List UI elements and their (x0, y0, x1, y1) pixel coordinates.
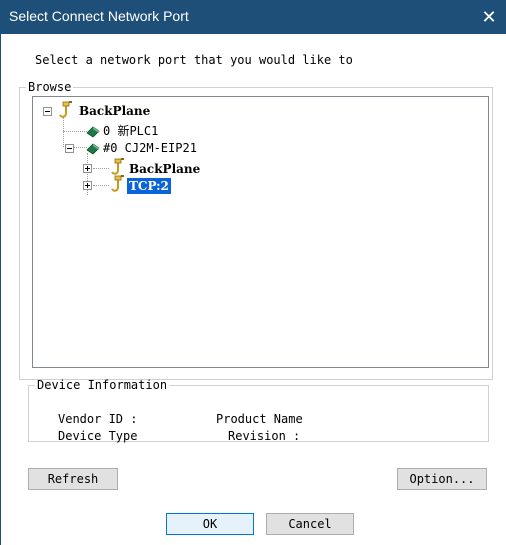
port-icon (59, 101, 72, 118)
product-name-label: Product Name (216, 412, 303, 426)
close-icon[interactable]: ✕ (472, 0, 506, 34)
network-tree[interactable]: BackPlane 0 新PLC1 #0 CJ2M-EIP21 BackPlan… (32, 96, 489, 368)
expand-icon[interactable] (83, 181, 92, 190)
tree-node-plc1[interactable]: 0 新PLC1 (65, 123, 265, 139)
option-button[interactable]: Option... (397, 468, 487, 490)
window-border (0, 34, 1, 545)
tree-node-label: #0 CJ2M-EIP21 (103, 141, 197, 155)
port-icon (111, 175, 124, 192)
window-title: Select Connect Network Port (9, 8, 189, 24)
plc-module-icon (86, 143, 100, 155)
expand-icon[interactable] (83, 164, 92, 173)
cancel-button[interactable]: Cancel (266, 513, 354, 535)
tree-node-label: BackPlane (79, 104, 151, 118)
device-type-label: Device Type (58, 429, 138, 443)
tree-node-label: 0 新PLC1 (103, 124, 159, 138)
plc-module-icon (86, 126, 100, 138)
tree-node-tcp2[interactable]: TCP:2 (83, 175, 283, 194)
refresh-button[interactable]: Refresh (28, 468, 118, 490)
tree-node-backplane-root[interactable]: BackPlane (41, 101, 241, 119)
browse-label: Browse (28, 80, 72, 94)
title-bar: Select Connect Network Port ✕ (0, 0, 506, 34)
ok-button[interactable]: OK (166, 513, 254, 535)
collapse-icon[interactable] (43, 107, 52, 116)
collapse-icon[interactable] (65, 144, 74, 153)
device-info-label: Device Information (37, 378, 168, 392)
tree-node-label: BackPlane (129, 162, 201, 176)
revision-label: Revision : (228, 429, 301, 443)
vendor-id-label: Vendor ID : (58, 412, 138, 426)
tree-line (63, 131, 64, 147)
tree-node-label-selected: TCP:2 (127, 178, 171, 194)
tree-node-eip21[interactable]: #0 CJ2M-EIP21 (65, 140, 285, 156)
instruction-text: Select a network port that you would lik… (35, 53, 353, 67)
